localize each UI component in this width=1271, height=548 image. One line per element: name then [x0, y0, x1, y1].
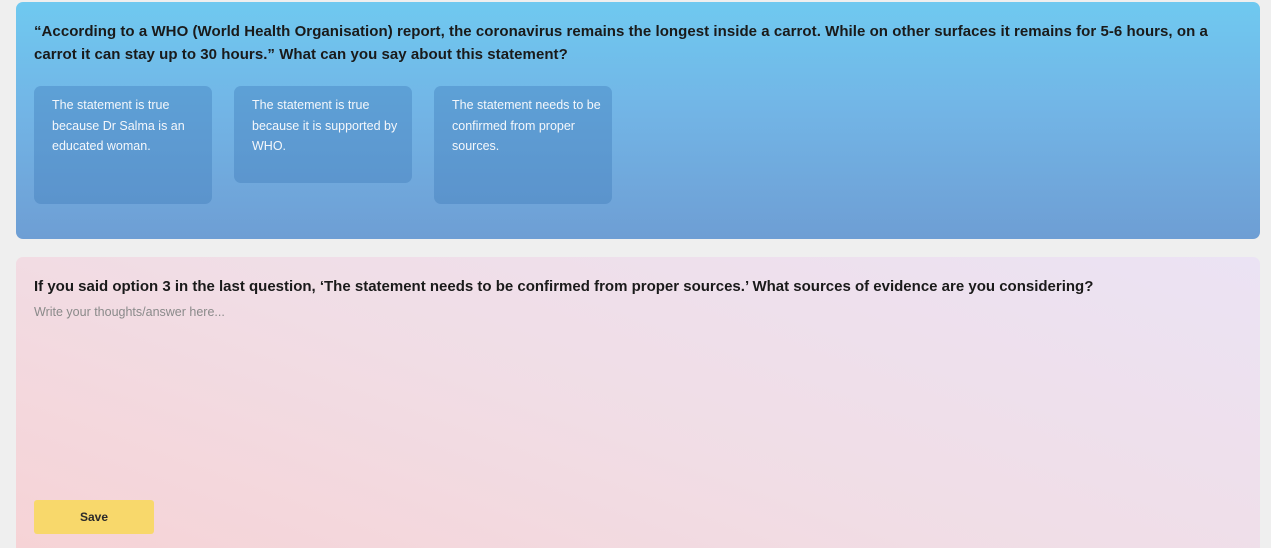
option-2-button[interactable]: The statement is true because it is supp…: [234, 86, 412, 183]
option-3-button[interactable]: The statement needs to be confirmed from…: [434, 86, 612, 204]
answer-options: The statement is true because Dr Salma i…: [34, 86, 612, 204]
followup-question-text: If you said option 3 in the last questio…: [34, 278, 1094, 295]
followup-card: If you said option 3 in the last questio…: [16, 257, 1260, 548]
question-text: “According to a WHO (World Health Organi…: [34, 23, 1208, 63]
page: “According to a WHO (World Health Organi…: [0, 0, 1271, 548]
save-button[interactable]: Save: [34, 500, 154, 534]
question-card: “According to a WHO (World Health Organi…: [16, 2, 1260, 239]
option-1-button[interactable]: The statement is true because Dr Salma i…: [34, 86, 212, 204]
answer-textarea[interactable]: [34, 303, 1224, 453]
